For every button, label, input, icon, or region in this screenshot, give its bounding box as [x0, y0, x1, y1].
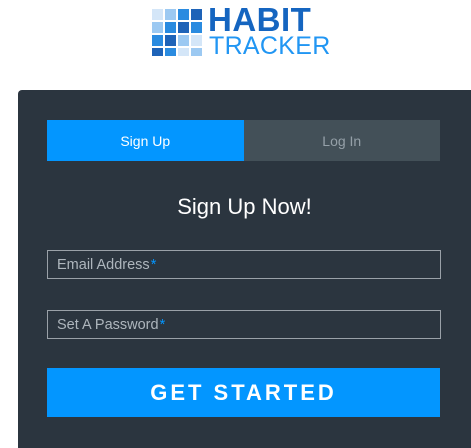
app-logo: HABIT TRACKER — [152, 3, 342, 60]
password-field[interactable]: Set A Password * — [47, 310, 441, 339]
get-started-button[interactable]: GET STARTED — [47, 368, 440, 417]
email-placeholder: Email Address — [57, 256, 150, 273]
auth-tabs: Sign Up Log In — [47, 120, 440, 161]
tab-sign-up[interactable]: Sign Up — [47, 120, 244, 161]
tab-log-in[interactable]: Log In — [243, 120, 440, 161]
tab-log-in-label: Log In — [322, 132, 362, 149]
email-field[interactable]: Email Address * — [47, 250, 441, 279]
password-required-marker: * — [159, 316, 166, 333]
tab-sign-up-label: Sign Up — [120, 132, 171, 149]
form-title: Sign Up Now! — [177, 194, 312, 219]
email-required-marker: * — [150, 256, 157, 273]
logo-word-tracker: TRACKER — [209, 32, 331, 60]
grid-blocks-icon — [152, 9, 202, 56]
password-placeholder: Set A Password — [57, 316, 159, 333]
auth-card: Sign Up Log In Sign Up Now! Email Addres… — [18, 90, 471, 448]
